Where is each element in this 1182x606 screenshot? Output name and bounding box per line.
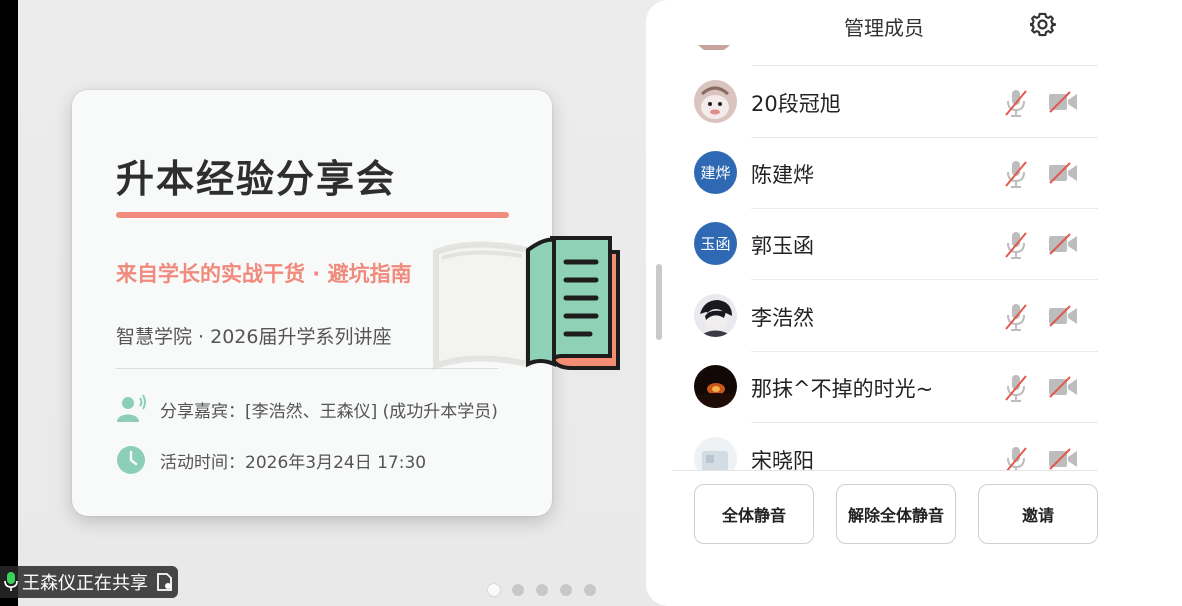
clock-icon xyxy=(116,445,146,475)
member-name: 20段冠旭 xyxy=(751,92,841,116)
avatar xyxy=(694,365,737,408)
mute-all-button[interactable]: 全体静音 xyxy=(694,484,814,544)
member-row[interactable]: 建烨 陈建烨 xyxy=(694,137,1098,209)
avatar xyxy=(694,80,737,123)
avatar xyxy=(694,294,737,337)
mic-muted-icon[interactable] xyxy=(1004,302,1028,332)
member-name: 陈建烨 xyxy=(751,163,814,187)
member-row[interactable]: 李浩然 xyxy=(694,280,1098,352)
share-doc-icon xyxy=(157,573,172,591)
member-row[interactable]: 玉函 郭玉函 xyxy=(694,208,1098,280)
pager-dot[interactable] xyxy=(512,584,524,596)
member-name: 李浩然 xyxy=(751,306,814,330)
pager-dot[interactable] xyxy=(560,584,572,596)
slide-subtitle: 来自学长的实战干货 · 避坑指南 xyxy=(116,262,412,286)
mic-icon xyxy=(4,572,18,591)
guests-row: 分享嘉宾：[李浩然、王森仪] (成功升本学员) xyxy=(116,394,498,424)
avatar: 玉函 xyxy=(694,222,737,265)
left-edge-bar xyxy=(0,0,18,606)
mic-muted-icon[interactable] xyxy=(1004,159,1028,189)
slide-title: 升本经验分享会 xyxy=(116,157,397,201)
time-row: 活动时间：2026年3月24日 17:30 xyxy=(116,445,426,475)
gear-icon[interactable] xyxy=(1030,12,1056,38)
slide-meta: 智慧学院 · 2026届升学系列讲座 xyxy=(116,326,392,348)
avatar xyxy=(698,40,730,50)
member-row[interactable]: 20段冠旭 xyxy=(694,66,1098,138)
camera-off-icon[interactable] xyxy=(1048,376,1078,398)
avatar: 建烨 xyxy=(694,151,737,194)
member-row[interactable]: 宋晓阳 xyxy=(694,423,1098,470)
camera-off-icon[interactable] xyxy=(1048,233,1078,255)
mic-muted-icon[interactable] xyxy=(1004,445,1028,470)
slide-pager[interactable] xyxy=(488,584,596,596)
camera-off-icon[interactable] xyxy=(1048,305,1078,327)
camera-off-icon[interactable] xyxy=(1048,448,1078,470)
invite-button[interactable]: 邀请 xyxy=(978,484,1098,544)
member-name: 那抹^不掉的时光~ xyxy=(751,377,934,401)
open-book-icon xyxy=(433,236,620,371)
share-status-text: 王森仪正在共享 xyxy=(22,573,148,594)
title-underline xyxy=(116,212,509,218)
guests-text: 分享嘉宾：[李浩然、王森仪] (成功升本学员) xyxy=(160,401,498,422)
panel-drag-handle[interactable] xyxy=(656,264,662,340)
member-name: 宋晓阳 xyxy=(751,449,814,470)
time-text: 活动时间：2026年3月24日 17:30 xyxy=(160,452,427,473)
pager-dot[interactable] xyxy=(488,584,500,596)
pager-dot[interactable] xyxy=(584,584,596,596)
camera-off-icon[interactable] xyxy=(1048,162,1078,184)
mic-muted-icon[interactable] xyxy=(1004,230,1028,260)
camera-off-icon[interactable] xyxy=(1048,91,1078,113)
member-row[interactable]: 那抹^不掉的时光~ xyxy=(694,351,1098,423)
mic-muted-icon[interactable] xyxy=(1004,373,1028,403)
list-divider xyxy=(672,470,1098,471)
unmute-all-button[interactable]: 解除全体静音 xyxy=(836,484,956,544)
member-name: 郭玉函 xyxy=(751,234,814,258)
mic-muted-icon[interactable] xyxy=(1004,88,1028,118)
pager-dot[interactable] xyxy=(536,584,548,596)
avatar xyxy=(694,437,737,470)
share-status-pill[interactable]: 王森仪正在共享 xyxy=(0,566,178,598)
speaker-person-icon xyxy=(116,394,146,424)
